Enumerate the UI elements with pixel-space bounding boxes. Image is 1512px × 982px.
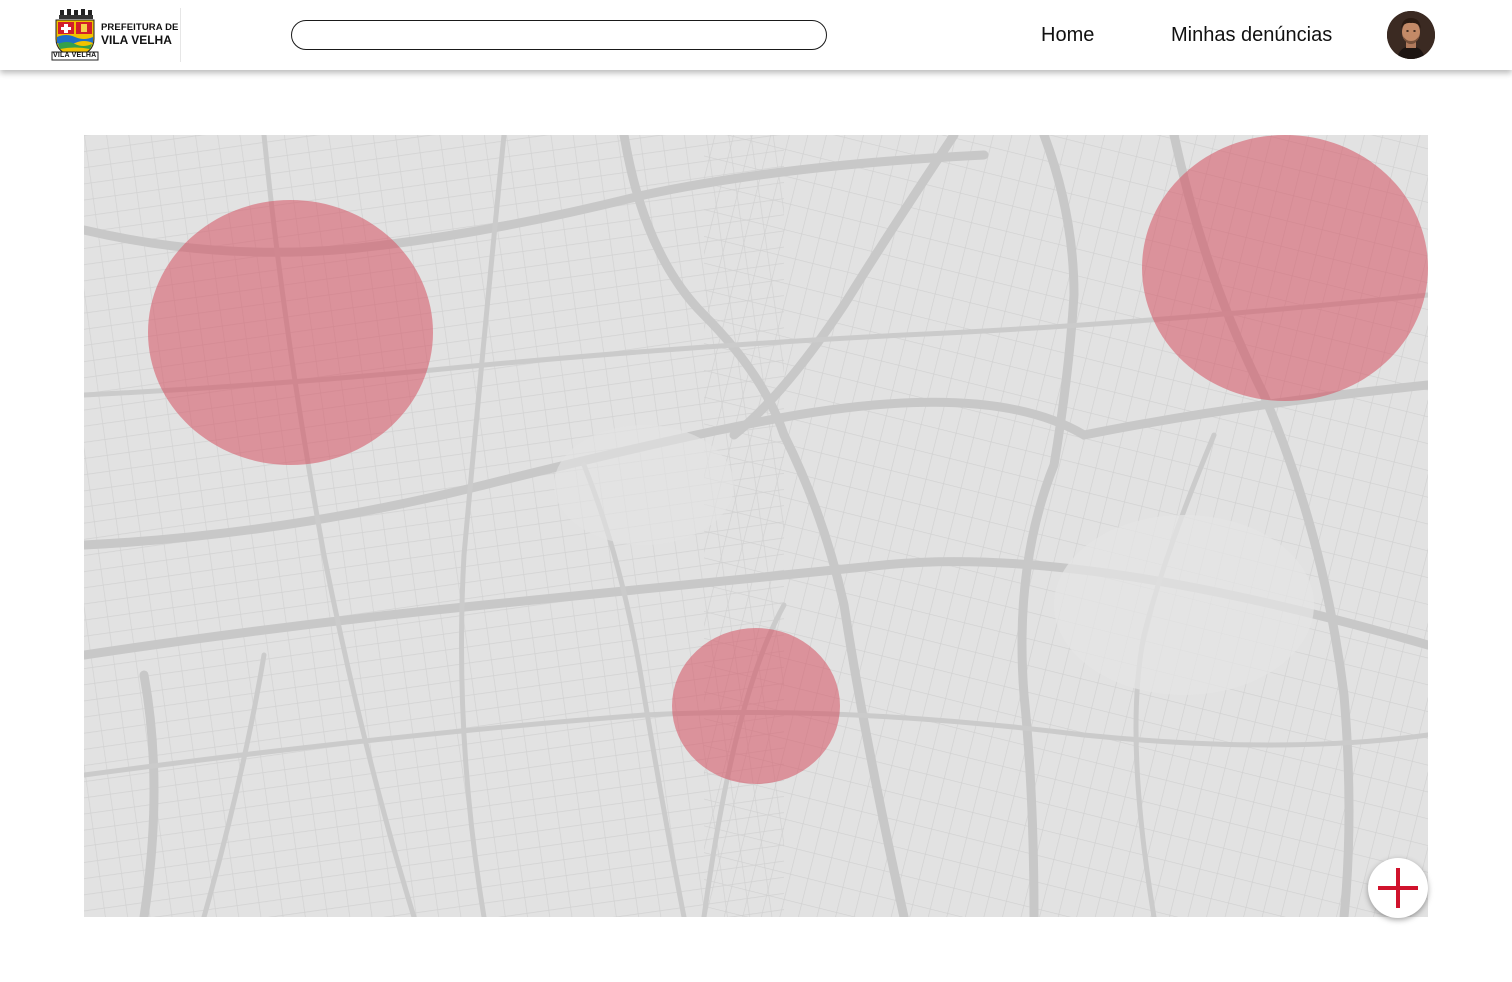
logo-line-2: VILA VELHA (101, 32, 172, 47)
logo-ribbon-caption: VILA VELHA (53, 52, 97, 59)
nav-link-home[interactable]: Home (1041, 24, 1094, 47)
report-zone[interactable] (148, 200, 433, 465)
logo-divider (180, 8, 181, 62)
map-view[interactable] (84, 135, 1428, 917)
nav-link-my-reports[interactable]: Minhas denúncias (1171, 24, 1332, 47)
top-navigation-bar: VILA VELHA PREFEITURA DE VILA VELHA Home… (0, 0, 1512, 70)
search-input[interactable] (291, 20, 827, 50)
vila-velha-logo[interactable]: VILA VELHA PREFEITURA DE VILA VELHA (50, 9, 182, 61)
add-report-button[interactable] (1368, 858, 1428, 918)
report-zone[interactable] (672, 628, 840, 784)
user-avatar-photo-icon (1387, 11, 1435, 59)
user-avatar[interactable] (1387, 11, 1435, 59)
plus-icon (1378, 868, 1418, 908)
logo-wordmark: PREFEITURA DE VILA VELHA (101, 23, 178, 46)
report-zone[interactable] (1142, 135, 1428, 401)
logo-line-1: PREFEITURA DE (101, 22, 179, 33)
